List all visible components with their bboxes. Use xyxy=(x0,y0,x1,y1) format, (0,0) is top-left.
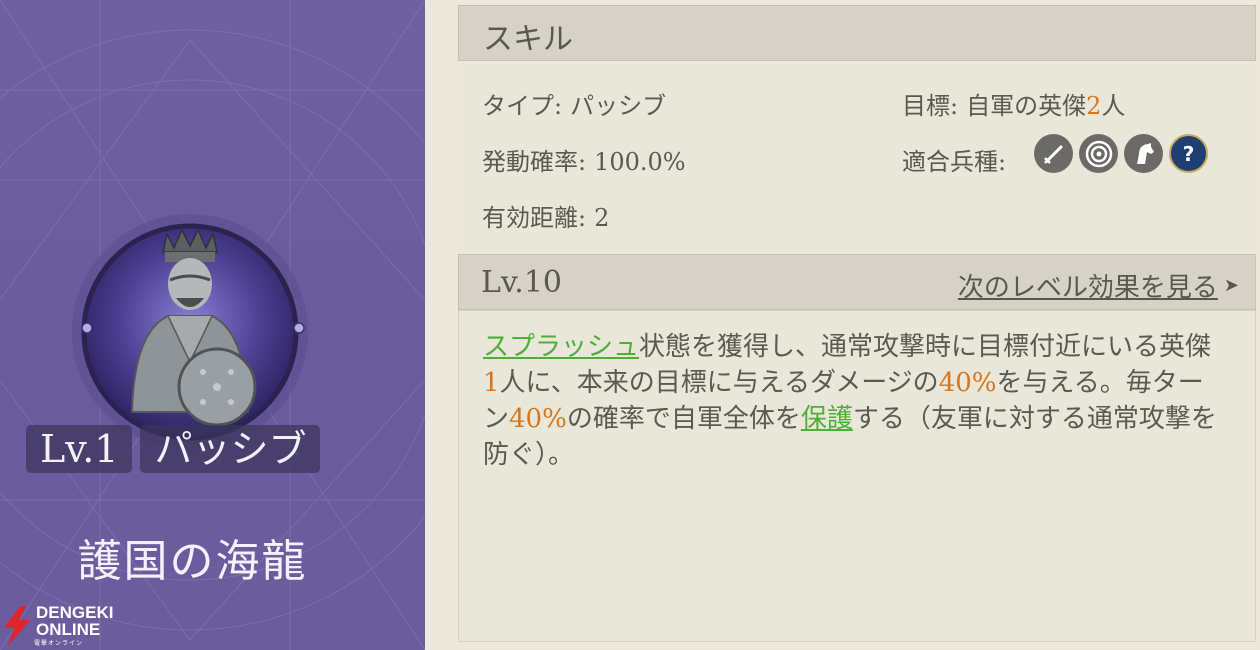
target-icon[interactable] xyxy=(1079,134,1118,173)
target-value-suffix: 人 xyxy=(1101,92,1126,120)
question-icon[interactable]: ? xyxy=(1169,134,1208,173)
rate-value: 100.0% xyxy=(594,148,686,176)
desc-chance-percent: 40% xyxy=(509,404,567,434)
target-row: 目標: 自軍の英傑2人 xyxy=(902,86,1125,121)
logo-line2: ONLINE xyxy=(36,620,101,639)
level-header-bar: Lv.10 次のレベル効果を見る ➤ xyxy=(458,254,1256,310)
range-row: 有効距離: 2 xyxy=(482,198,609,233)
sword-icon[interactable] xyxy=(1034,134,1073,173)
target-value-prefix: 自軍の英傑 xyxy=(966,92,1087,120)
chevron-right-icon[interactable]: ➤ xyxy=(1224,275,1239,296)
desc-damage-percent: 40% xyxy=(938,368,997,398)
desc-text-2: 人に、本来の目標に与えるダメージの xyxy=(499,368,939,398)
skill-card-panel: Lv.1 パッシブ 護国の海龍 DENGEKI ONLINE 電撃オンライン xyxy=(0,0,425,650)
splash-keyword[interactable]: スプラッシュ xyxy=(483,332,639,362)
type-label: タイプ: xyxy=(482,92,563,120)
logo-small: 電撃オンライン xyxy=(34,640,84,647)
range-value: 2 xyxy=(594,204,610,232)
skill-section-title: スキル xyxy=(483,22,573,57)
unit-row: 適合兵種: xyxy=(902,142,1006,177)
dengeki-online-logo: DENGEKI ONLINE 電撃オンライン xyxy=(0,604,113,647)
protect-keyword[interactable]: 保護 xyxy=(801,404,853,434)
desc-text-1: 状態を獲得し、通常攻撃時に目標付近にいる英傑 xyxy=(639,332,1212,362)
range-label: 有効距離: xyxy=(482,204,587,232)
rate-label: 発動確率: xyxy=(482,148,587,176)
unit-label: 適合兵種: xyxy=(902,148,1007,176)
level-label: Lv.10 xyxy=(481,265,563,300)
logo-line1: DENGEKI xyxy=(36,603,114,622)
skill-description: スプラッシュ状態を獲得し、通常攻撃時に目標付近にいる英傑 1人に、本来の目標に与え… xyxy=(483,329,1223,473)
type-value: パッシブ xyxy=(570,92,667,120)
skill-header-bar: スキル xyxy=(458,5,1256,61)
desc-text-4: の確率で自軍全体を xyxy=(566,404,801,434)
next-level-label[interactable]: 次のレベル効果を見る xyxy=(958,267,1218,304)
skill-details: スキル タイプ: パッシブ 発動確率: 100.0% 有効距離: 2 目標: 自軍の英傑… xyxy=(458,0,1256,650)
next-level-link[interactable]: 次のレベル効果を見る ➤ xyxy=(958,267,1239,304)
skill-portrait xyxy=(70,212,310,452)
level-tag: Lv.1 xyxy=(26,425,133,473)
desc-count: 1 xyxy=(483,368,500,398)
horse-icon[interactable] xyxy=(1124,134,1163,173)
lightning-logo-icon xyxy=(4,605,30,646)
rate-row: 発動確率: 100.0% xyxy=(482,142,686,177)
skill-description-box: スプラッシュ状態を獲得し、通常攻撃時に目標付近にいる英傑 1人に、本来の目標に与え… xyxy=(458,310,1256,642)
target-count: 2 xyxy=(1086,92,1102,120)
unit-type-icons: ? xyxy=(1034,134,1208,173)
type-row: タイプ: パッシブ xyxy=(482,86,666,121)
type-tag: パッシブ xyxy=(140,425,321,473)
target-label: 目標: xyxy=(902,92,959,120)
skill-name: 護国の海龍 xyxy=(77,536,308,587)
